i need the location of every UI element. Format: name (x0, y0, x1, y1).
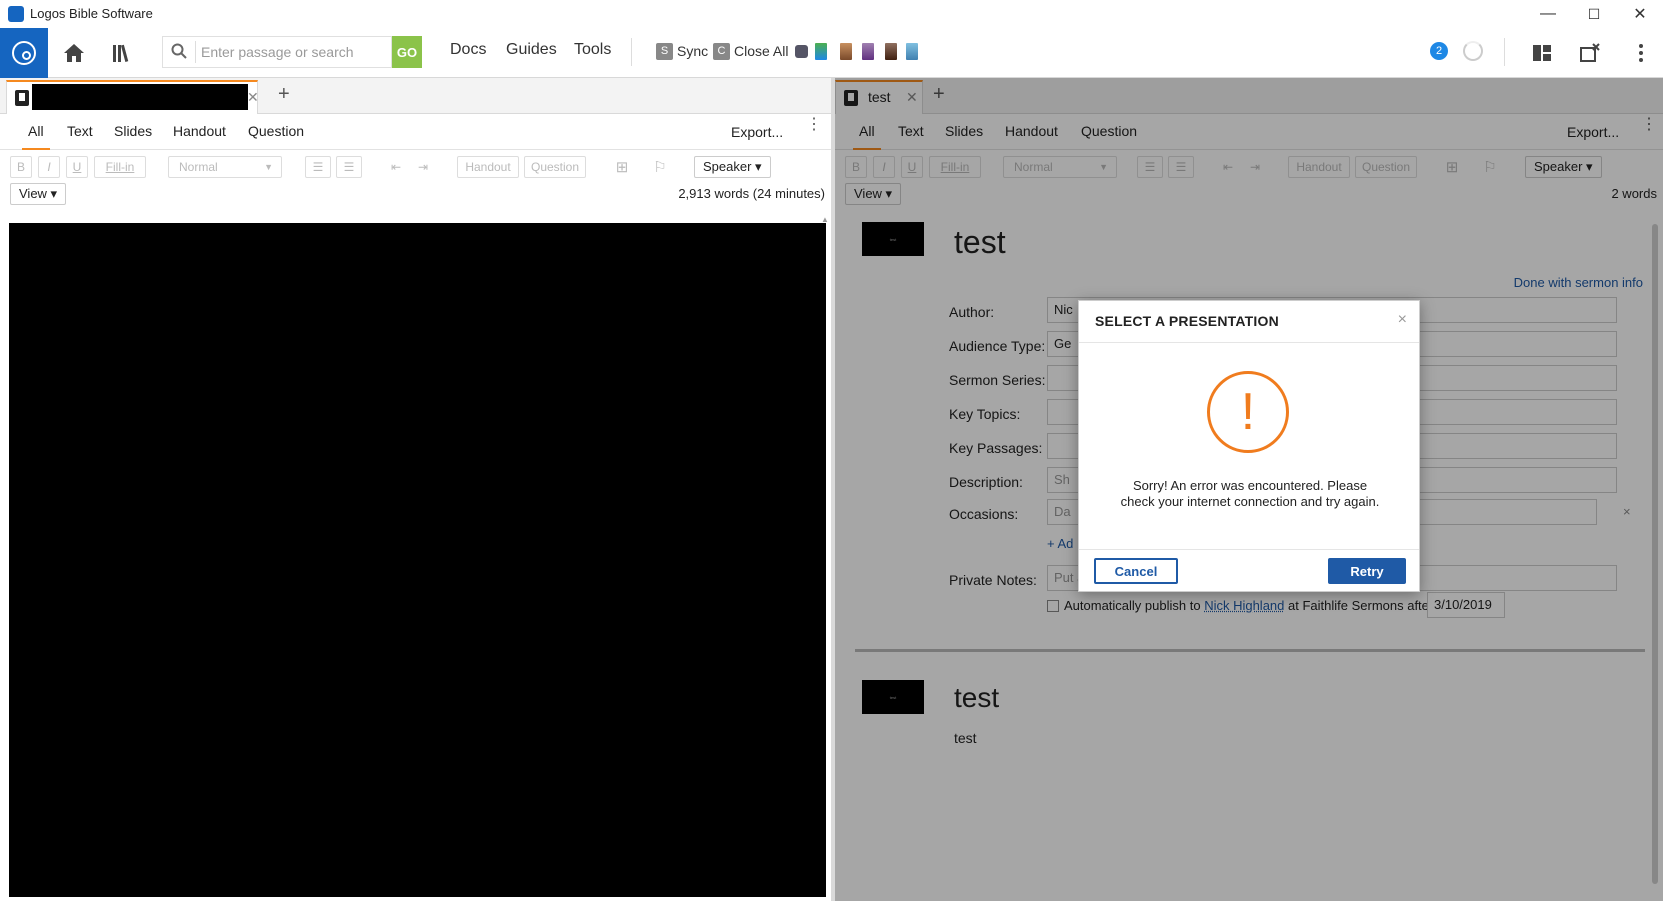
book-shortcut-icon[interactable] (840, 43, 852, 60)
left-panel: ✕ + All Text Slides Handout Question Exp… (0, 78, 831, 901)
library-icon[interactable] (109, 40, 137, 66)
bookmark-icon[interactable]: ⚐ (648, 156, 672, 178)
paragraph-style-value: Normal (179, 160, 218, 174)
dialog-footer-divider (1079, 549, 1419, 550)
sync-label: Sync (677, 43, 709, 59)
close-all-key-badge: C (713, 42, 730, 60)
window-titlebar: Logos Bible Software — ☐ ✕ (0, 0, 1663, 28)
handout-button[interactable]: Handout (457, 156, 519, 178)
numbered-list-icon[interactable]: ☰ (336, 156, 362, 178)
retry-button[interactable]: Retry (1328, 558, 1406, 584)
left-document-tab[interactable]: ✕ (6, 80, 259, 114)
layout-shortcut-icon[interactable] (795, 45, 808, 58)
notification-badge[interactable]: 2 (1430, 42, 1448, 60)
add-slide-icon[interactable]: ⊞ (610, 156, 634, 178)
main-toolbar: GO Docs Guides Tools S Sync C Close All … (0, 28, 1663, 78)
export-button[interactable]: Export... (731, 124, 783, 140)
bullet-list-icon[interactable]: ☰ (305, 156, 331, 178)
indent-icon[interactable]: ⇥ (412, 156, 434, 178)
sermon-doc-icon (15, 90, 29, 106)
search-icon (171, 43, 191, 63)
close-all-button[interactable]: C Close All (713, 41, 788, 61)
minimize-button[interactable]: — (1525, 0, 1571, 28)
word-count: 2,913 words (24 minutes) (678, 186, 825, 201)
question-button[interactable]: Question (524, 156, 586, 178)
search-divider (195, 41, 196, 63)
close-all-label: Close All (734, 43, 789, 59)
book-shortcut-icon[interactable] (885, 43, 897, 60)
sync-key-badge: S (656, 42, 673, 60)
left-view-tabs: All Text Slides Handout Question Export.… (0, 114, 831, 150)
map-shortcut-icon[interactable] (815, 43, 827, 60)
underline-button[interactable]: U (66, 156, 88, 178)
fill-in-button[interactable]: Fill-in (94, 156, 146, 178)
paragraph-style-select[interactable]: Normal ▼ (168, 156, 282, 178)
logos-home-logo-button[interactable] (0, 28, 48, 78)
tab-text[interactable]: Text (67, 123, 93, 139)
left-format-toolbar: B I U Fill-in Normal ▼ ☰ ☰ ⇤ ⇥ Handout Qu… (0, 150, 831, 212)
tools-menu[interactable]: Tools (574, 41, 611, 59)
left-tab-strip: ✕ + (0, 78, 831, 114)
window-title: Logos Bible Software (30, 6, 153, 21)
go-button[interactable]: GO (392, 36, 422, 68)
italic-button[interactable]: I (38, 156, 60, 178)
close-window-button[interactable]: ✕ (1617, 0, 1663, 28)
sync-status-icon (1463, 41, 1483, 61)
search-input[interactable] (201, 41, 381, 63)
sync-button[interactable]: S Sync (656, 41, 708, 61)
toolbar-divider (1504, 38, 1505, 66)
close-panels-icon[interactable] (1576, 40, 1604, 66)
new-tab-button[interactable]: + (278, 83, 290, 106)
maximize-button[interactable]: ☐ (1571, 0, 1617, 28)
view-dropdown[interactable]: View ▾ (10, 183, 67, 205)
docs-menu[interactable]: Docs (450, 41, 486, 59)
dialog-header: SELECT A PRESENTATION × (1079, 301, 1419, 343)
error-message: Sorry! An error was encountered. Please … (1120, 478, 1380, 509)
select-presentation-dialog: SELECT A PRESENTATION × ! Sorry! An erro… (1078, 300, 1420, 592)
panel-menu-icon[interactable]: ⋮ (806, 117, 822, 133)
dialog-close-icon[interactable]: × (1398, 311, 1407, 329)
more-menu-icon[interactable] (1627, 40, 1655, 66)
warning-icon: ! (1207, 371, 1289, 453)
tab-slides[interactable]: Slides (114, 123, 152, 139)
scroll-up-arrow-icon[interactable]: ▲ (821, 215, 829, 224)
home-icon[interactable] (60, 40, 88, 66)
guides-menu[interactable]: Guides (506, 41, 557, 59)
tab-question[interactable]: Question (248, 123, 304, 139)
layouts-icon[interactable] (1528, 40, 1556, 66)
search-box (162, 36, 392, 68)
redacted-tab-title (32, 84, 248, 110)
cancel-button[interactable]: Cancel (1094, 558, 1178, 584)
bold-button[interactable]: B (10, 156, 32, 178)
outdent-icon[interactable]: ⇤ (385, 156, 407, 178)
book-shortcut-icon[interactable] (862, 43, 874, 60)
logos-logo-icon (12, 41, 36, 65)
book-shortcut-icon[interactable] (906, 43, 918, 60)
chevron-down-icon: ▼ (264, 162, 273, 172)
logos-app-icon (8, 6, 24, 22)
toolbar-divider (631, 38, 632, 66)
redacted-document-content (9, 223, 826, 897)
dialog-title: SELECT A PRESENTATION (1095, 313, 1279, 329)
tab-handout[interactable]: Handout (173, 123, 226, 139)
speaker-dropdown[interactable]: Speaker ▾ (694, 156, 771, 178)
tab-all[interactable]: All (22, 123, 49, 150)
close-tab-icon[interactable]: ✕ (247, 89, 259, 106)
